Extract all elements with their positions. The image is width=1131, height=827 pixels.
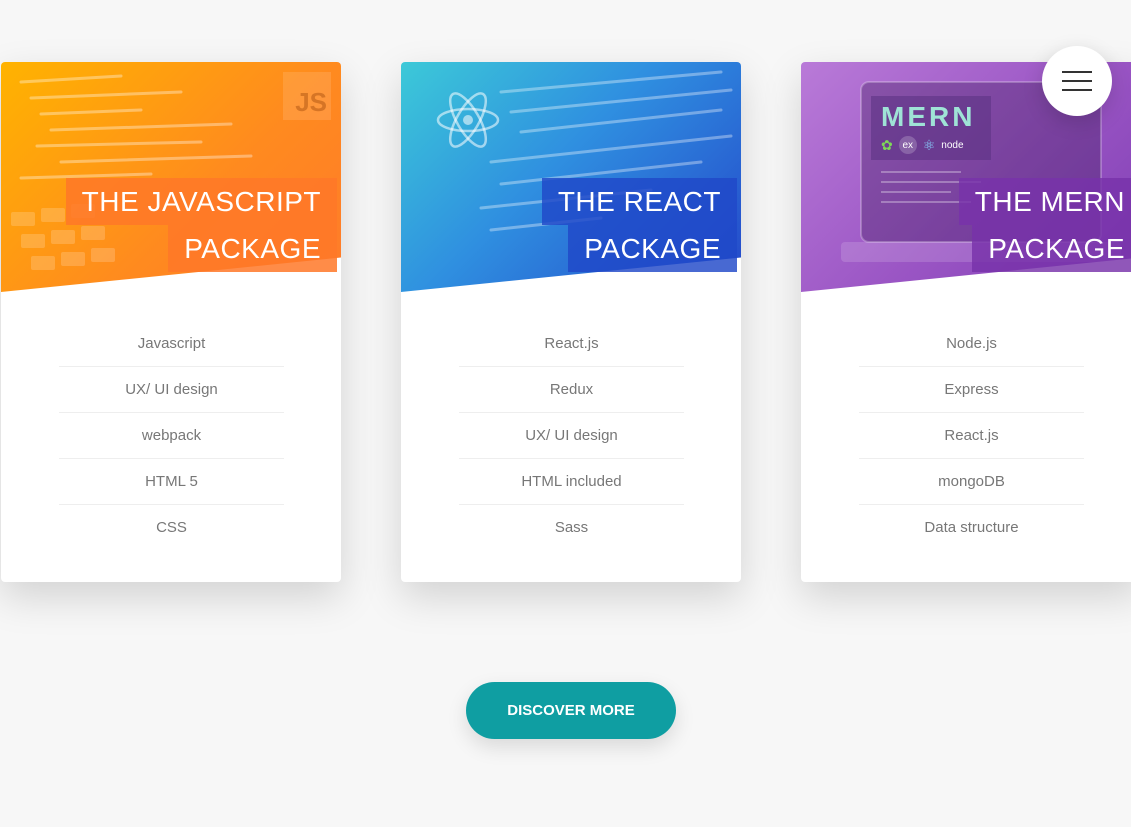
list-item: React.js xyxy=(859,413,1084,459)
mern-logo-text: MERN xyxy=(881,101,976,132)
list-item: UX/ UI design xyxy=(459,413,684,459)
list-item: Javascript xyxy=(59,321,284,367)
card-title-line1: THE JAVASCRIPT xyxy=(65,178,337,225)
leaf-icon: ✿ xyxy=(881,136,893,153)
card-title-line1: THE MERN xyxy=(958,178,1131,225)
list-item: Express xyxy=(859,367,1084,413)
card-title-line2: PACKAGE xyxy=(568,225,737,272)
feature-list-mern: Node.js Express React.js mongoDB Data st… xyxy=(859,321,1084,551)
card-title-react: THE REACT PACKAGE xyxy=(541,178,737,272)
hamburger-menu-icon xyxy=(1062,80,1092,82)
list-item: Node.js xyxy=(859,321,1084,367)
hamburger-menu-icon xyxy=(1062,71,1092,73)
list-item: webpack xyxy=(59,413,284,459)
node-badge: node xyxy=(941,139,964,151)
list-item: React.js xyxy=(459,321,684,367)
js-badge: JS xyxy=(283,72,331,120)
list-item: UX/ UI design xyxy=(59,367,284,413)
list-item: Sass xyxy=(554,519,589,536)
list-item: mongoDB xyxy=(859,459,1084,505)
package-card-mern: MERN ✿ ex ⚛ node THE MERN PACKAGE Node.j… xyxy=(801,62,1131,582)
hamburger-menu-icon xyxy=(1062,89,1092,91)
package-card-react: THE REACT PACKAGE React.js Redux UX/ UI … xyxy=(401,62,741,582)
menu-toggle-button[interactable] xyxy=(1042,46,1112,116)
card-title-javascript: THE JAVASCRIPT PACKAGE xyxy=(65,178,337,272)
feature-list-javascript: Javascript UX/ UI design webpack HTML 5 … xyxy=(59,321,284,551)
list-item: HTML 5 xyxy=(59,459,284,505)
list-item: CSS xyxy=(156,519,187,536)
card-title-line2: PACKAGE xyxy=(168,225,337,272)
card-title-line2: PACKAGE xyxy=(972,225,1131,272)
discover-more-button[interactable]: DISCOVER MORE xyxy=(466,682,676,739)
mern-logo: MERN ✿ ex ⚛ node xyxy=(871,96,991,160)
card-title-line1: THE REACT xyxy=(541,178,737,225)
react-atom-icon: ⚛ xyxy=(922,136,936,153)
list-item: HTML included xyxy=(459,459,684,505)
react-logo-icon xyxy=(436,92,500,148)
express-badge: ex xyxy=(898,136,917,154)
card-title-mern: THE MERN PACKAGE xyxy=(958,178,1131,272)
list-item: Redux xyxy=(459,367,684,413)
package-card-javascript: JS THE JAVASCRIPT PACKAGE Javascript UX/… xyxy=(1,62,341,582)
list-item: Data structure xyxy=(924,519,1019,536)
feature-list-react: React.js Redux UX/ UI design HTML includ… xyxy=(459,321,684,551)
